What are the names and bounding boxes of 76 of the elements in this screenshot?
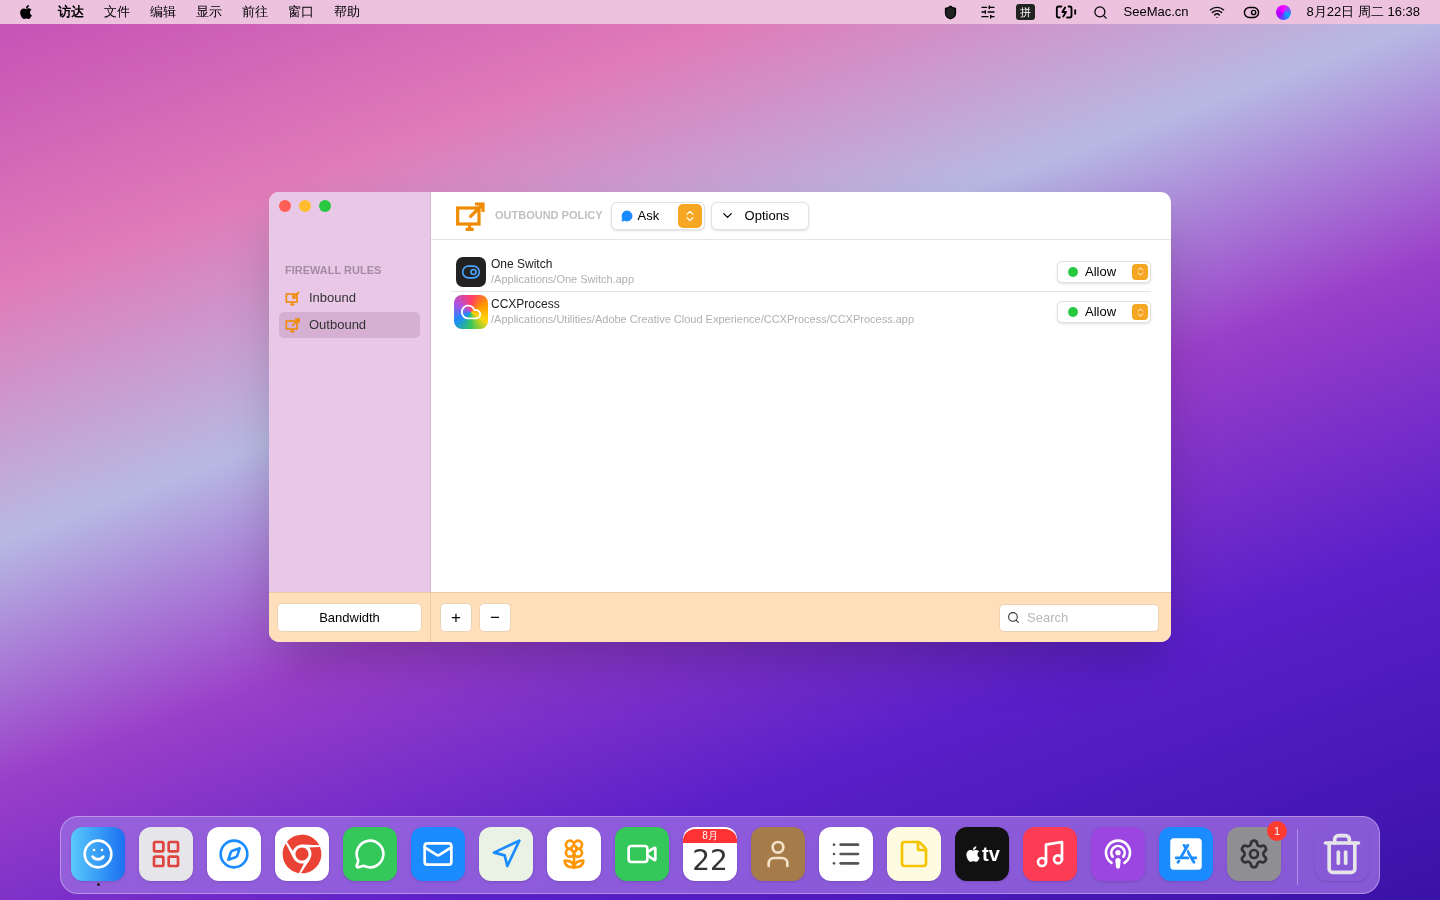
inbound-monitor-icon bbox=[285, 289, 301, 306]
sidebar-item[interactable]: Inbound bbox=[279, 284, 420, 311]
menu-item[interactable]: 前往 bbox=[232, 2, 278, 22]
tv-dock-icon[interactable]: tv bbox=[955, 827, 1009, 881]
maps-glyph-icon bbox=[490, 838, 522, 870]
settings-dock-icon[interactable] bbox=[1227, 827, 1281, 881]
speech-bubble-icon bbox=[620, 209, 633, 222]
add-button[interactable]: + bbox=[440, 603, 472, 632]
photos-dock-icon[interactable] bbox=[547, 827, 601, 881]
menu-item[interactable]: 显示 bbox=[186, 2, 232, 22]
calendar-day: 22 bbox=[692, 843, 728, 879]
launchpad-glyph-icon bbox=[150, 838, 182, 870]
stepper-icon bbox=[1132, 304, 1148, 320]
rule-row[interactable]: CCXProcess /Applications/Utilities/Adobe Creative Cloud Experience/CCXProcess/CCXProcess.app Allow bbox=[451, 292, 1151, 332]
messages-glyph-icon bbox=[354, 838, 386, 870]
mail-dock-icon[interactable] bbox=[411, 827, 465, 881]
facetime-dock-icon[interactable] bbox=[615, 827, 669, 881]
outbound-monitor-icon bbox=[455, 199, 487, 232]
music-glyph-icon bbox=[1034, 838, 1066, 870]
podcasts-glyph-icon bbox=[1102, 838, 1134, 870]
app-name: One Switch bbox=[491, 256, 554, 272]
calendar-month: 8月 bbox=[683, 829, 737, 843]
policy-label: OUTBOUND POLICY bbox=[495, 208, 603, 224]
outbound-monitor-icon bbox=[285, 316, 301, 333]
notes-dock-icon[interactable] bbox=[887, 827, 941, 881]
finder-glyph-icon bbox=[82, 838, 114, 870]
app-name: CCXProcess bbox=[491, 297, 561, 312]
calendar-dock-icon[interactable]: 8月 22 bbox=[683, 827, 737, 881]
shield-icon[interactable] bbox=[942, 4, 958, 20]
appstore-glyph-icon bbox=[1168, 836, 1204, 872]
chrome-dock-icon[interactable] bbox=[275, 827, 329, 881]
stepper-icon bbox=[1132, 263, 1148, 280]
podcasts-dock-icon[interactable] bbox=[1091, 827, 1145, 881]
messages-dock-icon[interactable] bbox=[343, 827, 397, 881]
rule-row[interactable]: One Switch /Applications/One Switch.app Allow bbox=[451, 252, 1151, 292]
menu-bar-text[interactable]: SeeMac.cn bbox=[1123, 2, 1189, 22]
launchpad-dock-icon[interactable] bbox=[139, 827, 193, 881]
stepper-icon bbox=[677, 203, 702, 228]
app-path: /Applications/One Switch.app bbox=[491, 271, 636, 287]
tv-label: tv bbox=[982, 842, 1000, 867]
finder-dock-icon[interactable] bbox=[71, 827, 125, 881]
clock[interactable]: 8月22日 周二 16:38 bbox=[1306, 2, 1420, 22]
app-path: /Applications/Utilities/Adobe Creative Cloud Experience/CCXProcess/CCXProcess.app bbox=[491, 312, 916, 327]
music-dock-icon[interactable] bbox=[1023, 827, 1077, 881]
bandwidth-button[interactable]: Bandwidth bbox=[277, 603, 422, 632]
chrome-glyph-icon bbox=[282, 834, 322, 874]
sidebar-section-title: FIREWALL RULES bbox=[285, 263, 383, 278]
apple-menu-icon[interactable] bbox=[18, 4, 34, 20]
wifi-icon[interactable] bbox=[1208, 4, 1225, 20]
notes-glyph-icon bbox=[898, 838, 930, 870]
sidebar-item[interactable]: Outbound bbox=[279, 311, 420, 338]
settings-glyph-icon bbox=[1238, 838, 1270, 870]
app-cloud-icon bbox=[454, 295, 488, 329]
options-button[interactable]: Options bbox=[710, 201, 809, 230]
siri-icon[interactable] bbox=[1275, 4, 1291, 20]
search-field[interactable]: Search bbox=[999, 603, 1159, 632]
action-dropdown[interactable]: Allow bbox=[1057, 301, 1151, 323]
input-method-indicator[interactable]: 拼 bbox=[1015, 3, 1035, 21]
action-dropdown[interactable]: Allow bbox=[1057, 260, 1151, 283]
search-icon[interactable] bbox=[1092, 4, 1108, 20]
menu-item[interactable]: 帮助 bbox=[324, 2, 370, 22]
maps-dock-icon[interactable] bbox=[479, 827, 533, 881]
menu-item[interactable]: 编辑 bbox=[140, 2, 186, 22]
appstore-dock-icon[interactable] bbox=[1159, 827, 1213, 881]
search-icon bbox=[1007, 610, 1020, 624]
safari-glyph-icon bbox=[218, 838, 250, 870]
safari-dock-icon[interactable] bbox=[207, 827, 261, 881]
remove-button[interactable]: − bbox=[479, 603, 511, 632]
menu-item[interactable]: 访达 bbox=[48, 2, 94, 22]
contacts-dock-icon[interactable] bbox=[751, 827, 805, 881]
menu-item[interactable]: 窗口 bbox=[278, 2, 324, 22]
menu-item[interactable]: 文件 bbox=[94, 2, 140, 22]
reminders-dock-icon[interactable] bbox=[819, 827, 873, 881]
policy-dropdown[interactable]: Ask bbox=[610, 201, 705, 230]
app-switch-icon bbox=[456, 256, 486, 287]
notification-badge: 1 bbox=[1267, 821, 1287, 841]
